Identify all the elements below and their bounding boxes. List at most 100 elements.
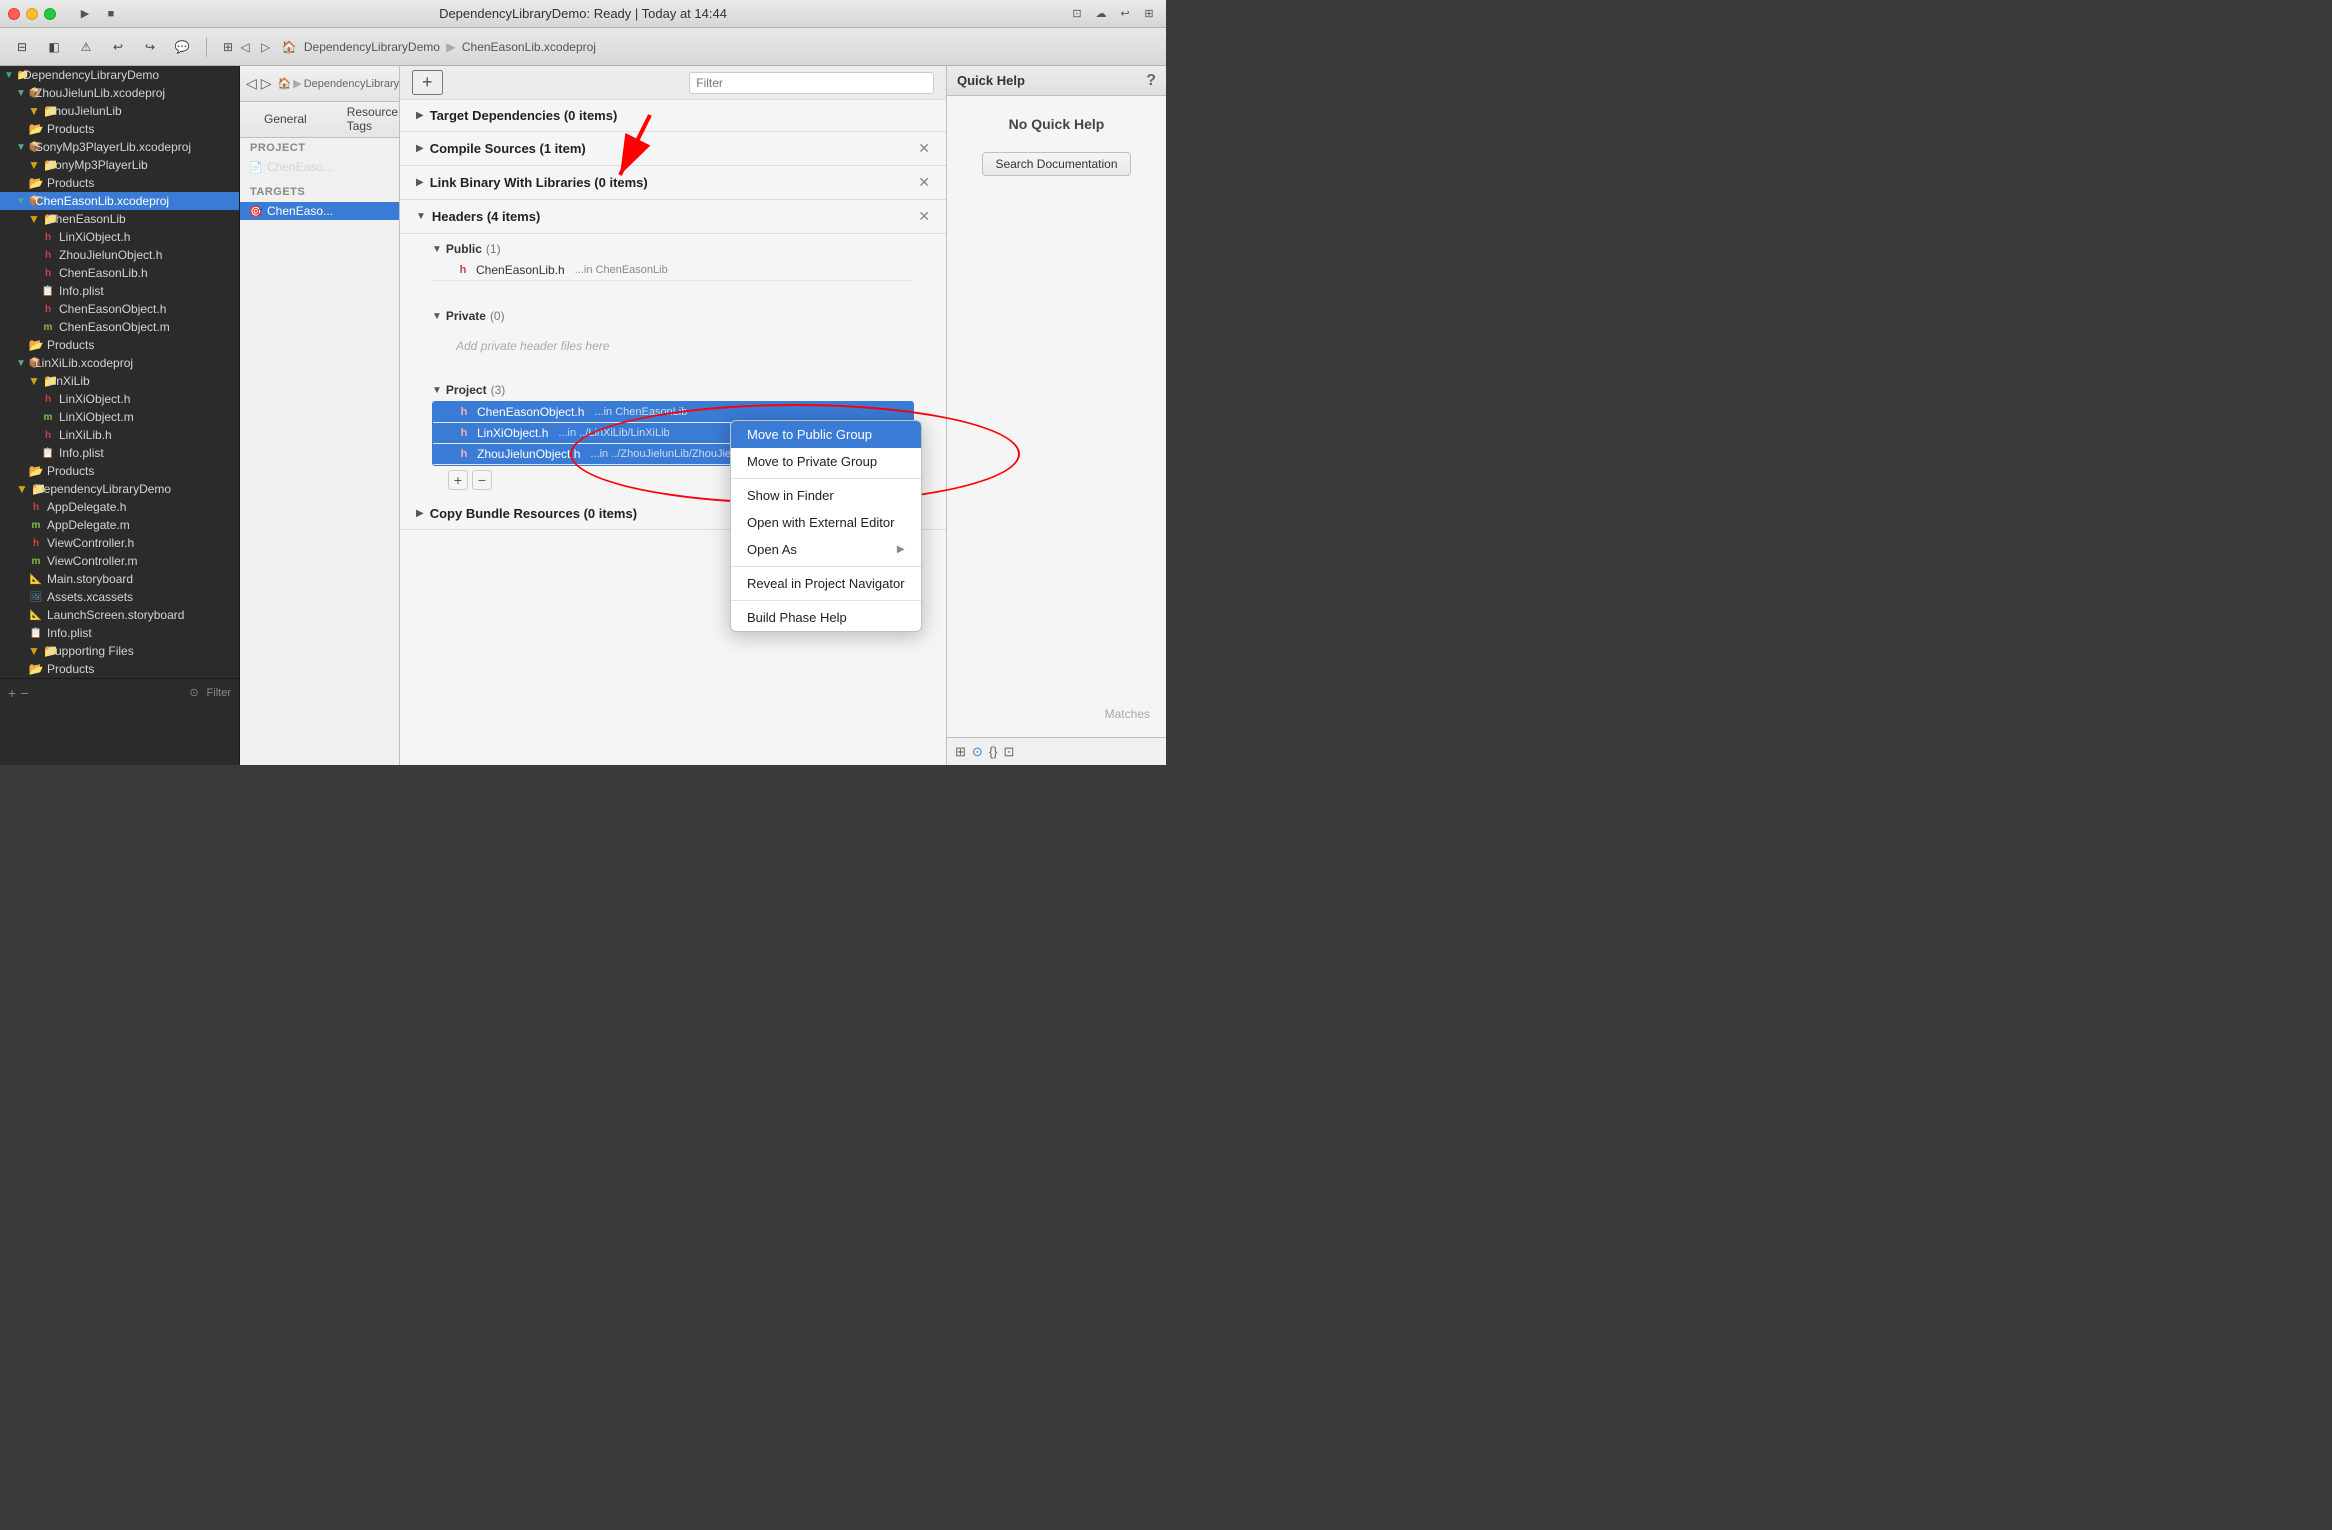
sidebar-add-btn[interactable]: + bbox=[8, 685, 16, 701]
content-nav-right[interactable]: ▷ bbox=[261, 74, 272, 94]
tab-general[interactable]: General bbox=[248, 106, 323, 134]
sidebar-item-zhou-xcodeproj[interactable]: ▼ 📦 ZhouJielunLib.xcodeproj bbox=[0, 84, 239, 102]
project-group-header[interactable]: ▼ Project (3) bbox=[432, 379, 914, 401]
breadcrumb-part1[interactable]: DependencyLibraryDemo bbox=[304, 40, 440, 54]
sidebar-item-chen-xcodeproj[interactable]: ▼ 📦 ChenEasonLib.xcodeproj bbox=[0, 192, 239, 210]
undo-btn[interactable]: ↩ bbox=[106, 35, 130, 59]
assets-xcassets-label: Assets.xcassets bbox=[47, 590, 133, 604]
help-icon[interactable]: ? bbox=[1146, 72, 1156, 90]
sidebar-toggle-icon[interactable]: ⊡ bbox=[1068, 5, 1086, 23]
proj-file-icon-2: h bbox=[457, 448, 471, 460]
sidebar-item-lin-xi-lib[interactable]: ▼ 📁 LinXiLib bbox=[0, 372, 239, 390]
sidebar-item-info-plist-3[interactable]: 📋 Info.plist bbox=[0, 624, 239, 642]
nav-toggle-btn[interactable]: ⊟ bbox=[10, 35, 34, 59]
sidebar-item-dep-products[interactable]: 📂 Products bbox=[0, 660, 239, 678]
link-binary-toggle-icon: ▶ bbox=[416, 177, 424, 188]
sidebar-item-chen-eason-object-h[interactable]: h ChenEasonObject.h bbox=[0, 300, 239, 318]
grid-icon[interactable]: ⊞ bbox=[955, 744, 966, 760]
comment-btn[interactable]: 💬 bbox=[170, 35, 194, 59]
sidebar-item-info-plist-2[interactable]: 📋 Info.plist bbox=[0, 444, 239, 462]
headers-close-icon[interactable]: ✕ bbox=[918, 208, 930, 225]
sidebar-remove-btn[interactable]: − bbox=[20, 685, 28, 701]
compile-sources-header[interactable]: ▶ Compile Sources (1 item) ✕ bbox=[400, 132, 946, 166]
sidebar-item-lin-xi-lib-h[interactable]: h LinXiLib.h bbox=[0, 426, 239, 444]
content-nav-left[interactable]: ◁ bbox=[246, 74, 257, 94]
sidebar-item-zhou-products[interactable]: 📂 Products bbox=[0, 120, 239, 138]
info-plist-1-label: Info.plist bbox=[59, 284, 104, 298]
sidebar-item-chen-lib[interactable]: ▼ 📁 ChenEasonLib bbox=[0, 210, 239, 228]
minimize-button[interactable] bbox=[26, 8, 38, 20]
sidebar-item-app-delegate-m[interactable]: m AppDelegate.m bbox=[0, 516, 239, 534]
lin-xi-object-m-icon: m bbox=[40, 411, 56, 423]
sidebar-item-supporting-files[interactable]: ▼ 📁 Supporting Files bbox=[0, 642, 239, 660]
link-binary-close-icon[interactable]: ✕ bbox=[918, 174, 930, 191]
chen-eason-object-m-icon: m bbox=[40, 321, 56, 333]
stop-icon[interactable]: ■ bbox=[102, 5, 120, 23]
zhou-lib-icon: ▼ 📁 bbox=[28, 104, 44, 118]
sony-products-label: Products bbox=[47, 176, 94, 190]
ctx-arrow-open-as: ▶ bbox=[897, 544, 905, 555]
filter-input[interactable] bbox=[689, 72, 934, 94]
layout-icon[interactable]: ⊡ bbox=[1004, 744, 1015, 760]
redo-btn[interactable]: ↪ bbox=[138, 35, 162, 59]
chen-xcodeproj-icon: ▼ 📦 bbox=[16, 195, 32, 207]
breadcrumb-small: 🏠 ▶ DependencyLibraryDemo ▶ ChenEasonLib… bbox=[278, 77, 400, 90]
sidebar-item-lin-xi-object-h2[interactable]: h LinXiObject.h bbox=[0, 390, 239, 408]
add-file-btn[interactable]: + bbox=[448, 470, 468, 490]
sidebar-item-info-plist-1[interactable]: 📋 Info.plist bbox=[0, 282, 239, 300]
braces-icon[interactable]: {} bbox=[989, 744, 998, 759]
sidebar-item-dep-lib-demo-group[interactable]: ▼ 📁 DependencyLibraryDemo bbox=[0, 480, 239, 498]
circle-icon[interactable]: ⊙ bbox=[972, 744, 983, 760]
breadcrumb-part2[interactable]: ChenEasonLib.xcodeproj bbox=[462, 40, 596, 54]
close-button[interactable] bbox=[8, 8, 20, 20]
project-item-chen[interactable]: 📄 ChenEaso... bbox=[240, 158, 399, 176]
target-item-chen[interactable]: 🎯 ChenEaso... bbox=[240, 202, 399, 220]
sidebar-item-dep-lib-demo[interactable]: ▼ 📁 DependencyLibraryDemo bbox=[0, 66, 239, 84]
target-item-label: ChenEaso... bbox=[267, 204, 333, 218]
sidebar-item-chen-eason-lib-h[interactable]: h ChenEasonLib.h bbox=[0, 264, 239, 282]
sidebar-item-zhou-lib[interactable]: ▼ 📁 ZhouJielunLib bbox=[0, 102, 239, 120]
ctx-item-move-public[interactable]: Move to Public Group bbox=[731, 421, 921, 448]
ctx-item-show-finder[interactable]: Show in Finder bbox=[731, 482, 921, 509]
sidebar-item-sony-products[interactable]: 📂 Products bbox=[0, 174, 239, 192]
maximize-button[interactable] bbox=[44, 8, 56, 20]
sidebar-item-lin-products[interactable]: 📂 Products bbox=[0, 462, 239, 480]
sidebar-item-launch-screen[interactable]: 📐 LaunchScreen.storyboard bbox=[0, 606, 239, 624]
warning-btn[interactable]: ⚠ bbox=[74, 35, 98, 59]
sidebar-item-app-delegate-h[interactable]: h AppDelegate.h bbox=[0, 498, 239, 516]
sidebar-item-lin-xi-object-h[interactable]: h LinXiObject.h bbox=[0, 228, 239, 246]
sidebar-item-main-storyboard[interactable]: 📐 Main.storyboard bbox=[0, 570, 239, 588]
ctx-item-move-private[interactable]: Move to Private Group bbox=[731, 448, 921, 475]
project-item-label: ChenEaso... bbox=[267, 160, 333, 174]
add-phase-btn[interactable]: + bbox=[412, 70, 443, 95]
ctx-item-open-external[interactable]: Open with External Editor bbox=[731, 509, 921, 536]
target-deps-header[interactable]: ▶ Target Dependencies (0 items) bbox=[400, 100, 946, 132]
sidebar-item-sony-lib[interactable]: ▼ 📁 SonyMp3PlayerLib bbox=[0, 156, 239, 174]
run-icon[interactable]: ▶ bbox=[76, 5, 94, 23]
headers-header[interactable]: ▼ Headers (4 items) ✕ bbox=[400, 200, 946, 234]
sidebar-item-sony-xcodeproj[interactable]: ▼ 📦 SonyMp3PlayerLib.xcodeproj bbox=[0, 138, 239, 156]
public-group-header[interactable]: ▼ Public (1) bbox=[432, 238, 914, 260]
sidebar-item-view-controller-h[interactable]: h ViewController.h bbox=[0, 534, 239, 552]
link-binary-header[interactable]: ▶ Link Binary With Libraries (0 items) ✕ bbox=[400, 166, 946, 200]
ctx-item-open-as[interactable]: Open As ▶ bbox=[731, 536, 921, 563]
search-doc-btn[interactable]: Search Documentation bbox=[982, 152, 1130, 176]
sidebar-item-assets-xcassets[interactable]: 🖼 Assets.xcassets bbox=[0, 588, 239, 606]
back-icon[interactable]: ↩ bbox=[1116, 5, 1134, 23]
nav-back-btn[interactable]: ◧ bbox=[42, 35, 66, 59]
ctx-item-reveal-navigator[interactable]: Reveal in Project Navigator bbox=[731, 570, 921, 597]
cloud-icon[interactable]: ☁ bbox=[1092, 5, 1110, 23]
sidebar-item-lin-xi-object-m[interactable]: m LinXiObject.m bbox=[0, 408, 239, 426]
sidebar-item-chen-products[interactable]: 📂 Products bbox=[0, 336, 239, 354]
ctx-item-build-phase-help[interactable]: Build Phase Help bbox=[731, 604, 921, 631]
sidebar-item-chen-eason-object-m[interactable]: m ChenEasonObject.m bbox=[0, 318, 239, 336]
sidebar-item-view-controller-m[interactable]: m ViewController.m bbox=[0, 552, 239, 570]
tab-resource-tags[interactable]: Resource Tags bbox=[331, 102, 399, 138]
remove-file-btn[interactable]: − bbox=[472, 470, 492, 490]
private-group-header[interactable]: ▼ Private (0) bbox=[432, 305, 914, 327]
sidebar-item-zhou-jielun-object-h[interactable]: h ZhouJielunObject.h bbox=[0, 246, 239, 264]
bc-home-icon: 🏠 bbox=[278, 77, 292, 90]
compile-sources-close-icon[interactable]: ✕ bbox=[918, 140, 930, 157]
editor-toggle-icon[interactable]: ⊞ bbox=[1140, 5, 1158, 23]
sidebar-item-lin-xcodeproj[interactable]: ▼ 📦 LinXiLib.xcodeproj bbox=[0, 354, 239, 372]
